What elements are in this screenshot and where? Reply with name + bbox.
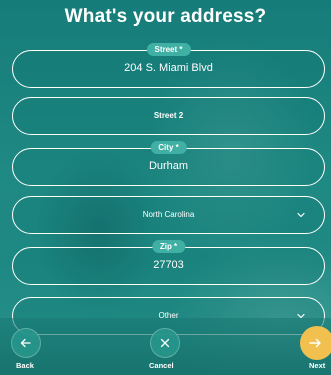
cancel-label: Cancel	[149, 361, 174, 370]
street-field[interactable]: Street * 204 S. Miami Blvd	[12, 43, 325, 88]
state-value: North Carolina	[142, 210, 195, 219]
next-button[interactable]	[300, 326, 331, 360]
street2-placeholder: Street 2	[153, 111, 184, 120]
street2-field[interactable]: Street 2	[12, 97, 325, 135]
street-label: Street *	[146, 43, 191, 56]
bottom-nav: Back Cancel Next	[0, 318, 331, 375]
zip-label: Zip *	[151, 240, 186, 253]
street-value: 204 S. Miami Blvd	[124, 62, 213, 74]
zip-field[interactable]: Zip * 27703	[12, 240, 325, 285]
arrow-left-icon	[20, 338, 31, 348]
state-select[interactable]: North Carolina	[12, 196, 325, 234]
arrow-right-icon	[309, 338, 321, 348]
back-button[interactable]	[11, 328, 41, 358]
page-title: What's your address?	[64, 6, 267, 27]
chevron-down-icon	[297, 212, 305, 218]
close-icon	[160, 338, 170, 348]
back-label: Back	[16, 361, 34, 370]
next-label: Next	[309, 361, 326, 370]
city-field[interactable]: City * Durham	[12, 141, 325, 186]
zip-value: 27703	[153, 259, 184, 271]
city-label: City *	[150, 141, 187, 154]
city-value: Durham	[148, 160, 189, 172]
cancel-button[interactable]	[150, 328, 180, 358]
